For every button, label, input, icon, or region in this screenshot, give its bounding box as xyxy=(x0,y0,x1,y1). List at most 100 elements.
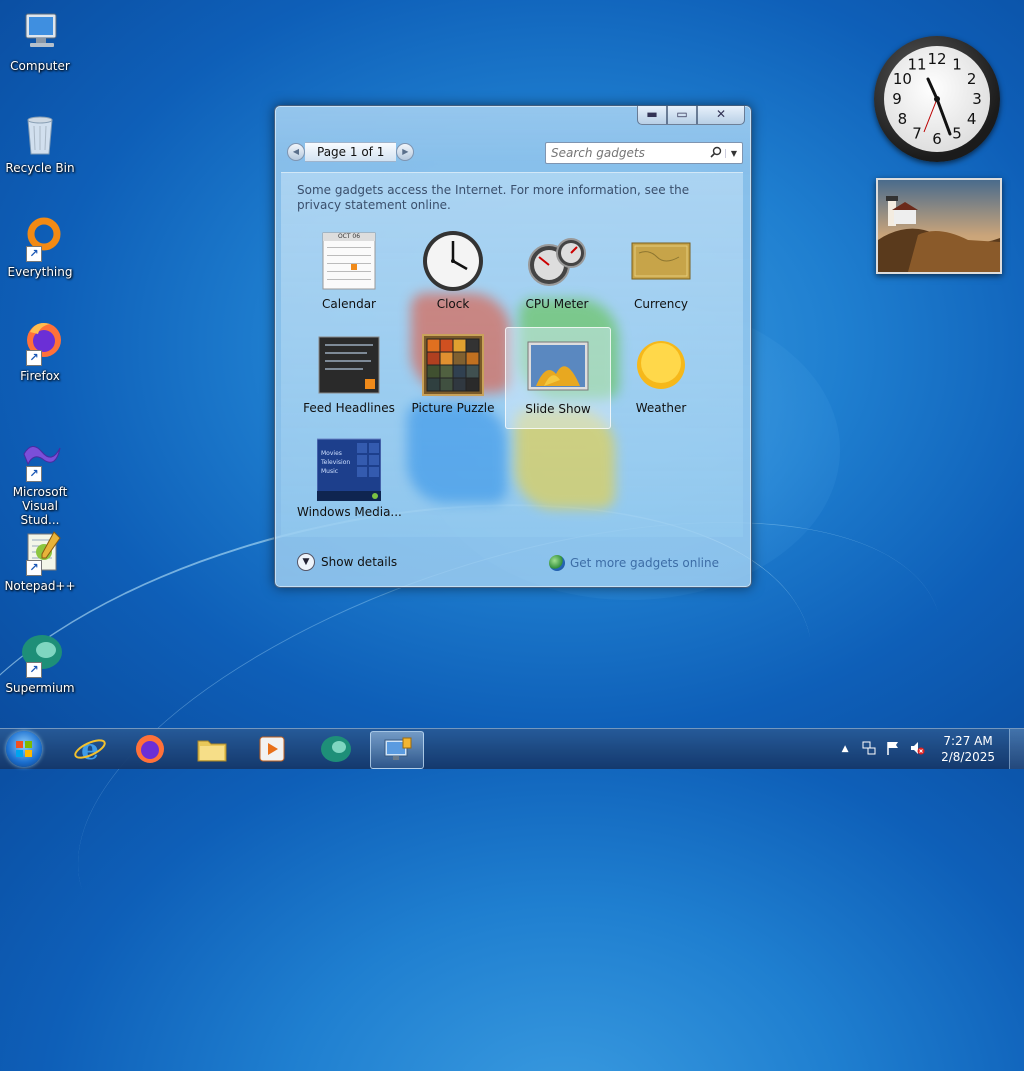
desktop-icon-computer[interactable]: Computer xyxy=(4,8,76,73)
windows-media-center-gadget-icon: Movies Television Music xyxy=(317,437,381,501)
gadget-currency[interactable]: Currency xyxy=(609,223,713,323)
taskbar-item-file-explorer[interactable] xyxy=(186,731,238,767)
lighthouse-photo-icon xyxy=(878,180,1000,272)
show-hidden-icons-button[interactable]: ▲ xyxy=(835,744,855,754)
clock-numeral: 4 xyxy=(967,110,977,128)
folder-icon xyxy=(197,740,227,762)
recycle-bin-icon xyxy=(16,110,64,158)
gadget-label: Clock xyxy=(436,297,470,311)
slide-show-gadget-icon xyxy=(526,334,590,398)
globe-icon xyxy=(548,555,565,571)
close-button[interactable]: ✕ xyxy=(697,106,745,125)
clock-numeral: 7 xyxy=(912,125,922,143)
desktop-icon-visual-studio[interactable]: ↗ Microsoft Visual Stud... xyxy=(4,434,76,527)
calendar-gadget-icon: OCT 06 xyxy=(317,229,381,293)
shortcut-arrow-icon: ↗ xyxy=(26,466,42,482)
clock-numeral: 12 xyxy=(927,50,946,68)
desktop-icon-label: Recycle Bin xyxy=(5,161,75,175)
gadget-windows-media-center[interactable]: Movies Television Music Windows Media... xyxy=(297,431,402,531)
clock-numeral: 6 xyxy=(932,130,942,148)
computer-icon xyxy=(16,8,64,56)
clock-numeral: 2 xyxy=(967,70,977,88)
search-box: ▼ xyxy=(545,142,743,164)
gadget-cpu-meter[interactable]: CPU Meter xyxy=(505,223,609,323)
shortcut-arrow-icon: ↗ xyxy=(26,560,42,576)
desktop-icon-label: Microsoft Visual Stud... xyxy=(12,485,68,527)
currency-gadget-icon xyxy=(629,229,693,293)
desktop-icon-supermium[interactable]: ↗ Supermium xyxy=(4,630,76,695)
internet-explorer-icon: e xyxy=(74,733,106,766)
firefox-icon xyxy=(136,735,164,763)
visual-studio-icon: ↗ xyxy=(16,434,64,482)
desktop-icon-recycle-bin[interactable]: Recycle Bin xyxy=(4,110,76,175)
firefox-icon: ↗ xyxy=(16,318,64,366)
search-icon[interactable] xyxy=(707,146,725,161)
taskbar-item-supermium[interactable] xyxy=(310,731,362,767)
clock-numeral: 8 xyxy=(898,110,908,128)
desktop-icon-notepad-plus-plus[interactable]: ↗ Notepad++ xyxy=(4,528,76,593)
page-label: Page 1 of 1 xyxy=(305,142,397,162)
gadget-feed-headlines[interactable]: Feed Headlines xyxy=(297,327,401,427)
taskbar: e ▲ 7:27 AM 2/8/2025 xyxy=(0,728,1024,769)
action-center-flag-icon[interactable] xyxy=(883,740,903,759)
taskbar-clock[interactable]: 7:27 AM 2/8/2025 xyxy=(941,733,995,765)
desktop-icon-label: Computer xyxy=(10,59,70,73)
gadget-slide-show[interactable]: Slide Show xyxy=(505,327,611,429)
gadget-label: CPU Meter xyxy=(525,297,589,311)
search-input[interactable] xyxy=(546,145,707,161)
show-desktop-button[interactable] xyxy=(1009,729,1024,769)
desktop-clock-gadget[interactable]: 12 1 2 3 4 5 6 7 8 9 10 11 xyxy=(874,36,1000,162)
clock-numeral: 11 xyxy=(907,55,926,73)
taskbar-item-gadgets[interactable] xyxy=(370,731,424,769)
everything-icon: ↗ xyxy=(16,214,64,262)
next-page-button[interactable]: ▶ xyxy=(396,143,415,161)
windows-logo-icon xyxy=(16,741,32,757)
gadget-label: Windows Media... xyxy=(297,505,402,519)
previous-page-button[interactable]: ◀ xyxy=(287,143,305,161)
maximize-button[interactable]: ▭ xyxy=(667,106,697,125)
taskbar-item-media-player[interactable] xyxy=(246,731,298,767)
gadget-clock[interactable]: Clock xyxy=(401,223,505,323)
search-dropdown-button[interactable]: ▼ xyxy=(725,148,742,158)
desktop-icon-firefox[interactable]: ↗ Firefox xyxy=(4,318,76,383)
desktop-slideshow-gadget[interactable] xyxy=(876,178,1002,274)
get-more-gadgets-link[interactable]: Get more gadgets online xyxy=(548,555,719,571)
media-menu-item: Television xyxy=(321,459,351,466)
gadget-label: Slide Show xyxy=(525,402,591,416)
shortcut-arrow-icon: ↗ xyxy=(26,662,42,678)
network-icon[interactable] xyxy=(859,740,879,759)
taskbar-time: 7:27 AM xyxy=(943,734,993,748)
taskbar-item-internet-explorer[interactable]: e xyxy=(64,731,116,767)
feed-headlines-gadget-icon xyxy=(317,333,381,397)
show-details-label: Show details xyxy=(321,555,398,569)
desktop-icon-label: Notepad++ xyxy=(4,579,76,593)
minimize-button[interactable]: ▬ xyxy=(637,106,667,125)
volume-muted-icon[interactable] xyxy=(907,740,927,759)
system-tray: ▲ 7:27 AM 2/8/2025 xyxy=(831,729,1024,769)
supermium-icon xyxy=(321,736,351,762)
cpu-meter-gadget-icon xyxy=(525,229,589,293)
start-button[interactable] xyxy=(6,731,42,767)
show-details-button[interactable]: ▼ Show details xyxy=(297,553,397,571)
gadget-calendar[interactable]: OCT 06 Calendar xyxy=(297,223,401,323)
notepad-plus-plus-icon: ↗ xyxy=(16,528,64,576)
gadget-label: Calendar xyxy=(322,297,376,311)
taskbar-item-firefox[interactable] xyxy=(124,731,176,767)
chevron-down-icon: ▼ xyxy=(297,553,315,571)
gadget-picture-puzzle[interactable]: Picture Puzzle xyxy=(401,327,505,427)
gadget-label: Currency xyxy=(633,297,689,311)
clock-gadget-icon xyxy=(421,229,485,293)
gadget-gallery-window: ▬ ▭ ✕ ◀ Page 1 of 1 ▶ ▼ Some gadgets acc… xyxy=(274,105,752,588)
gadgets-icon xyxy=(384,737,412,760)
gadget-weather[interactable]: Weather xyxy=(609,327,713,427)
shortcut-arrow-icon: ↗ xyxy=(26,246,42,262)
media-menu-item: Music xyxy=(321,468,339,475)
desktop-icon-label: Firefox xyxy=(20,369,60,383)
get-more-gadgets-label: Get more gadgets online xyxy=(569,556,719,570)
clock-face: 12 1 2 3 4 5 6 7 8 9 10 11 xyxy=(884,46,990,152)
desktop-icon-everything[interactable]: ↗ Everything xyxy=(4,214,76,279)
window-controls: ▬ ▭ ✕ xyxy=(637,106,745,125)
gadget-label: Feed Headlines xyxy=(303,401,395,415)
gadget-list-area: Some gadgets access the Internet. For mo… xyxy=(281,172,743,537)
clock-numeral: 9 xyxy=(892,90,902,108)
